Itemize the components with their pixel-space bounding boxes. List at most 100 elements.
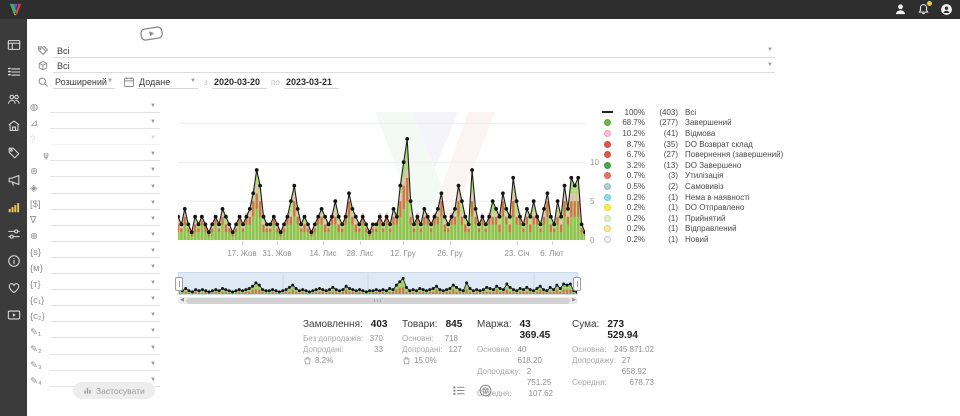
- list-view-toggle[interactable]: [452, 384, 465, 397]
- c1-token-filter-select[interactable]: ▼: [50, 294, 160, 306]
- category-select-value: Всі: [57, 46, 70, 56]
- sidebar-item-info[interactable]: [0, 247, 27, 274]
- orders-timeline-chart[interactable]: [178, 100, 585, 240]
- sidebar-item-analytics[interactable]: [0, 193, 27, 220]
- legend-item[interactable]: 0.7%(3)Утилізація: [601, 171, 783, 182]
- legend-item[interactable]: 68.7%(277)Завершений: [601, 118, 783, 129]
- chart-scrollbar[interactable]: ◀ ▶: [178, 297, 578, 304]
- level-filter-row: ⊿▼: [30, 113, 160, 129]
- legend-percent: 0.2%: [617, 224, 645, 233]
- settings-icon: [7, 227, 21, 241]
- legend-dot-swatch: [604, 204, 611, 211]
- cluster-filter-select[interactable]: ▼: [50, 101, 160, 113]
- notifications-bell-icon[interactable]: [915, 1, 931, 17]
- chevron-down-icon: ▼: [150, 377, 156, 383]
- custom-field-3-filter-select[interactable]: ▼: [50, 359, 160, 371]
- legend-item[interactable]: 0.2%(1)Нема в наявності: [601, 192, 783, 203]
- t-token-filter-select[interactable]: ▼: [50, 278, 160, 290]
- custom-field-2-filter-select[interactable]: ▼: [50, 343, 160, 355]
- upsell-percent-row: 8.2%: [303, 356, 383, 365]
- navigator-right-handle[interactable]: [573, 277, 581, 291]
- x-axis-tick: [360, 241, 361, 245]
- date-to-input[interactable]: 2023-03-21: [284, 75, 339, 89]
- sidebar-item-settings[interactable]: [0, 220, 27, 247]
- sidebar-item-store[interactable]: [0, 112, 27, 139]
- sidebar-item-orders-list[interactable]: [0, 58, 27, 85]
- product-view-toggle[interactable]: [479, 384, 492, 397]
- x-axis-label: 26. Гру: [428, 249, 472, 258]
- legend-label: Повернення (завершений): [685, 150, 783, 159]
- date-field-select[interactable]: Додане ▼: [137, 75, 198, 89]
- account-avatar-icon[interactable]: [938, 1, 954, 17]
- chevron-down-icon: ▼: [150, 312, 156, 318]
- funnel-filter-row: ∇▼: [30, 210, 160, 226]
- legend-item[interactable]: 100%(403)Всі: [601, 107, 783, 118]
- legend-count: (1): [652, 203, 678, 212]
- search-mode-select[interactable]: Розширений ▼: [53, 75, 115, 89]
- legend-percent: 0.2%: [617, 203, 645, 212]
- search-mode-value: Розширений: [55, 77, 107, 87]
- scroll-left-arrow-icon[interactable]: ◀: [178, 297, 186, 304]
- date-from-label: з: [204, 78, 208, 87]
- legend-count: (35): [652, 140, 678, 149]
- scroll-right-arrow-icon[interactable]: ▶: [570, 297, 578, 304]
- question-filter-select[interactable]: ▼: [50, 133, 160, 145]
- c1-token-filter-row: {c₁}▼: [30, 290, 160, 306]
- scrollbar-thumb[interactable]: [186, 298, 570, 304]
- stat-subrow: Основні:718: [402, 333, 458, 344]
- cluster-filter-row: ◍▼: [30, 97, 160, 113]
- stat-title: Товари:: [402, 319, 438, 330]
- legend-item[interactable]: 0.2%(1)Відправлений: [601, 224, 783, 235]
- chevron-down-icon: ▼: [150, 184, 156, 190]
- legend-item[interactable]: 8.7%(35)DO Возврат склад: [601, 139, 783, 150]
- chart-navigator[interactable]: [178, 272, 578, 295]
- navigator-left-handle[interactable]: [175, 277, 183, 291]
- legend-item[interactable]: 10.2%(41)Відмова: [601, 128, 783, 139]
- legend-item[interactable]: 0.2%(1)Прийнятий: [601, 213, 783, 224]
- chevron-down-icon: ▼: [150, 232, 156, 238]
- legend-label: Прийнятий: [685, 214, 726, 223]
- t-token-filter-row: {т}▼: [30, 274, 160, 290]
- date-from-input[interactable]: 2020-03-20: [212, 75, 267, 89]
- t-token-filter-icon: {т}: [30, 279, 50, 290]
- upsell-bag-icon: [402, 356, 411, 365]
- video-tutorials-icon: [7, 308, 21, 322]
- legend-item[interactable]: 6.7%(27)Повернення (завершений): [601, 149, 783, 160]
- s-token-filter-select[interactable]: ▼: [50, 246, 160, 258]
- stat-subvalue: 40 618.20: [517, 344, 553, 366]
- legend-percent: 6.7%: [617, 150, 645, 159]
- orders-list-icon: [7, 65, 21, 79]
- app-logo-icon[interactable]: [8, 2, 23, 17]
- sidebar-item-announcements[interactable]: [0, 166, 27, 193]
- cube-filter-select[interactable]: ▼: [50, 182, 160, 194]
- chevron-down-icon: ▼: [150, 103, 156, 109]
- legend-count: (13): [652, 161, 678, 170]
- globe-filter-select[interactable]: ▼: [50, 230, 160, 242]
- legend-item[interactable]: 0.5%(2)Самовивіз: [601, 181, 783, 192]
- m-token-filter-select[interactable]: ▼: [50, 262, 160, 274]
- user-icon[interactable]: [892, 1, 908, 17]
- stat-subrow: Допродажу:27 658.92: [572, 355, 654, 377]
- legend-item[interactable]: 0.2% (1) DO Отправлено: [601, 202, 783, 213]
- level-filter-select[interactable]: ▼: [50, 117, 160, 129]
- fingerprint-filter-select[interactable]: ▼: [50, 165, 160, 177]
- legend-item[interactable]: 3.2%(13)DO Завершено: [601, 160, 783, 171]
- sidebar-item-promotions[interactable]: [0, 139, 27, 166]
- apply-button[interactable]: Застосувати: [73, 382, 155, 399]
- sidebar-item-customers[interactable]: [0, 85, 27, 112]
- hierarchy-filter-row: ⋔▼: [30, 145, 160, 161]
- category-select[interactable]: Всі ▼: [53, 44, 775, 58]
- legend-item[interactable]: 0.2%(1)Новий: [601, 234, 783, 245]
- sidebar-item-dashboard[interactable]: [0, 31, 27, 58]
- sidebar-item-partners[interactable]: [0, 274, 27, 301]
- legend-label: Відправлений: [685, 224, 737, 233]
- legend-label: DO Отправлено: [685, 203, 744, 212]
- c2-token-filter-select[interactable]: ▼: [50, 310, 160, 322]
- sidebar-item-video-tutorials[interactable]: [0, 301, 27, 328]
- legend-dot-swatch: [604, 130, 611, 137]
- money-filter-select[interactable]: ▼: [50, 198, 160, 210]
- hierarchy-filter-select[interactable]: ▼: [50, 149, 160, 161]
- custom-field-1-filter-select[interactable]: ▼: [50, 326, 160, 338]
- product-select[interactable]: Всі ▼: [53, 59, 775, 73]
- funnel-filter-select[interactable]: ▼: [50, 214, 160, 226]
